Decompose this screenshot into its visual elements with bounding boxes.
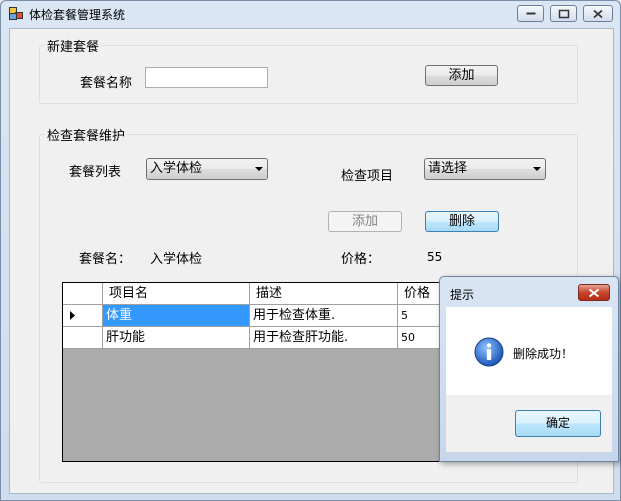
price-caption: 价格： (341, 252, 381, 267)
chevron-down-icon (533, 167, 541, 171)
info-icon (474, 337, 504, 367)
table-cell[interactable]: 肝功能 (103, 327, 250, 349)
grid-corner-header (63, 283, 103, 305)
message-dialog: 提示 删除成功！ 确定 (439, 276, 619, 462)
maintain-group-label: 检查套餐维护 (45, 125, 128, 144)
package-list-selected: 入学体检 (150, 161, 203, 176)
package-list-label: 套餐列表 (69, 165, 122, 180)
minimize-button[interactable] (517, 5, 544, 22)
dialog-footer: 确定 (446, 395, 612, 452)
row-header-current[interactable] (63, 305, 103, 327)
dialog-close-button[interactable] (578, 284, 610, 301)
package-name-caption: 套餐名： (79, 252, 132, 267)
package-name-input[interactable] (145, 67, 268, 88)
maximize-icon (558, 9, 569, 18)
package-name-label: 套餐名称 (80, 76, 133, 91)
column-header-name[interactable]: 项目名 (103, 283, 250, 305)
dialog-title: 提示 (450, 288, 475, 302)
item-add-button[interactable]: 添加 (328, 211, 402, 232)
title-bar[interactable]: 体检套餐管理系统 (1, 1, 620, 27)
column-header-desc[interactable]: 描述 (250, 283, 398, 305)
maximize-button[interactable] (550, 5, 577, 22)
table-cell[interactable]: 体重 (103, 305, 250, 327)
new-package-add-button[interactable]: 添加 (425, 65, 498, 86)
dialog-message: 删除成功！ (513, 347, 574, 361)
app-icon (9, 7, 23, 20)
check-item-combo[interactable]: 请选择 (424, 158, 546, 180)
check-item-label: 检查项目 (341, 169, 394, 184)
table-cell[interactable]: 用于检查体重. (250, 305, 398, 327)
item-delete-button[interactable]: 删除 (425, 211, 499, 232)
close-icon (593, 9, 603, 18)
new-package-group-label: 新建套餐 (45, 36, 102, 55)
current-row-arrow-icon (70, 311, 75, 320)
price-value: 55 (427, 250, 443, 264)
check-item-selected: 请选择 (428, 161, 468, 176)
minimize-icon (526, 12, 535, 14)
dialog-body: 删除成功！ (446, 307, 612, 395)
package-name-value: 入学体检 (150, 252, 203, 267)
package-list-combo[interactable]: 入学体检 (146, 158, 268, 180)
chevron-down-icon (255, 167, 263, 171)
window-title: 体检套餐管理系统 (29, 8, 126, 22)
close-icon (588, 288, 600, 297)
table-cell[interactable]: 用于检查肝功能. (250, 327, 398, 349)
close-button[interactable] (583, 5, 613, 22)
row-header[interactable] (63, 327, 103, 349)
dialog-ok-button[interactable]: 确定 (515, 410, 601, 437)
